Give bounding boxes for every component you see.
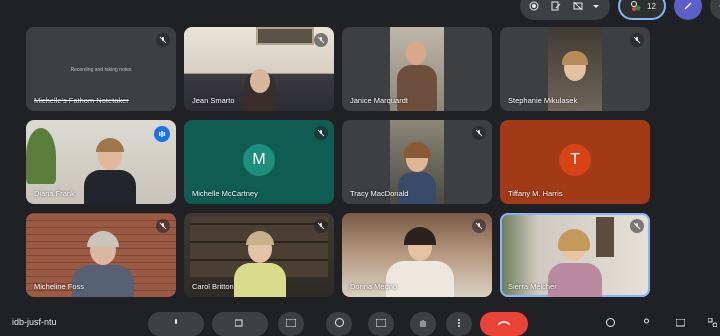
participant-body	[386, 261, 454, 297]
participant-name: Janice Marquardt	[350, 96, 408, 105]
mic-off-icon	[630, 219, 644, 233]
meeting-code: idb-jusf-ntu	[12, 317, 57, 327]
top-toolbar: 12	[520, 0, 720, 20]
participant-name: Jean Smarto	[192, 96, 235, 105]
more-vert-icon	[457, 314, 461, 332]
participant-tile[interactable]: Diana Frank	[26, 120, 176, 204]
participant-hair	[96, 138, 124, 152]
raise-hand-button[interactable]	[410, 312, 436, 336]
leave-call-button[interactable]	[480, 312, 528, 336]
participant-tile[interactable]: Carol Britton	[184, 213, 334, 297]
participant-hair	[558, 229, 590, 251]
notetaker-status: Recording and taking notes	[70, 67, 132, 73]
participant-name: Donna Medno	[350, 282, 398, 291]
host-controls-pill	[520, 0, 610, 20]
emoji-button[interactable]	[326, 312, 352, 336]
avatar: M	[243, 144, 275, 176]
avatar: T	[559, 144, 591, 176]
shapes-icon	[707, 314, 717, 332]
participant-tile[interactable]: Stephanie Mikulasek	[500, 27, 650, 111]
participant-body	[84, 170, 136, 204]
mic-off-icon	[472, 219, 486, 233]
participant-body	[548, 263, 602, 297]
captions-icon	[285, 314, 297, 332]
participant-name: Stephanie Mikulasek	[508, 96, 578, 105]
people-outline-icon	[642, 314, 651, 332]
participant-tile[interactable]: Jean Smarto	[184, 27, 334, 111]
bookshelf	[596, 217, 614, 257]
bottom-toolbar: idb-jusf-ntu	[0, 310, 720, 336]
sparkle-icon	[716, 0, 720, 14]
people-button[interactable]: 12	[618, 0, 666, 20]
participant-tile[interactable]: Sierra Melcher	[500, 213, 650, 297]
mic-off-icon	[156, 33, 170, 47]
participant-tile[interactable]: T Tiffany M. Harris	[500, 120, 650, 204]
participant-name: Carol Britton	[192, 282, 234, 291]
participant-name: Tracy MacDonald	[350, 189, 409, 198]
participant-name: Tiffany M. Harris	[508, 189, 563, 198]
participant-hair	[404, 227, 436, 245]
mic-icon	[172, 314, 180, 332]
plant	[26, 128, 56, 184]
captions-button[interactable]	[278, 312, 304, 336]
emoji-icon	[334, 314, 344, 332]
participant-face	[406, 41, 426, 65]
participant-hair	[87, 231, 119, 247]
chevron-down-icon[interactable]	[588, 0, 604, 14]
mic-off-icon	[156, 219, 170, 233]
present-icon	[375, 314, 387, 332]
edit-icon[interactable]	[548, 0, 564, 14]
participant-name: Diana Frank	[34, 189, 75, 198]
participant-body	[398, 172, 436, 204]
participant-body	[234, 263, 286, 297]
people-icon	[628, 0, 644, 14]
info-icon	[605, 314, 615, 332]
gemini-button[interactable]	[710, 0, 720, 20]
mic-off-icon	[314, 33, 328, 47]
pen-icon	[680, 0, 696, 14]
participant-face	[250, 69, 270, 93]
call-end-icon	[497, 314, 511, 332]
chat-button[interactable]	[668, 312, 692, 336]
speaking-indicator-icon	[154, 126, 170, 142]
participant-tile[interactable]: Janice Marquardt	[342, 27, 492, 111]
participant-name: Michelle McCartney	[192, 189, 258, 198]
mic-button[interactable]	[148, 312, 204, 336]
participant-body	[72, 265, 134, 297]
mic-off-icon	[314, 219, 328, 233]
hand-icon	[419, 314, 427, 332]
info-button[interactable]	[598, 312, 622, 336]
camera-icon	[234, 314, 245, 332]
participant-name: Micheline Foss	[34, 282, 85, 291]
participant-tile[interactable]: Donna Medno	[342, 213, 492, 297]
participant-name: Michelle's Fathom Notetaker	[34, 96, 129, 105]
mic-off-icon	[314, 126, 328, 140]
present-button[interactable]	[368, 312, 394, 336]
wall-art	[256, 27, 314, 45]
no-camera-icon[interactable]	[570, 0, 586, 14]
participant-tile[interactable]: Recording and taking notes Michelle's Fa…	[26, 27, 176, 111]
pen-button[interactable]	[674, 0, 702, 20]
mic-off-icon	[630, 33, 644, 47]
chat-icon	[675, 314, 685, 332]
mic-off-icon	[472, 126, 486, 140]
record-icon[interactable]	[526, 0, 542, 14]
participant-tile[interactable]: Tracy MacDonald	[342, 120, 492, 204]
camera-button[interactable]	[212, 312, 268, 336]
participant-tile[interactable]: M Michelle McCartney	[184, 120, 334, 204]
more-options-button[interactable]	[446, 312, 472, 336]
people-panel-button[interactable]	[634, 312, 658, 336]
participant-count: 12	[647, 1, 656, 11]
participant-tile[interactable]: Micheline Foss	[26, 213, 176, 297]
activities-button[interactable]	[700, 312, 720, 336]
participant-name: Sierra Melcher	[508, 282, 557, 291]
